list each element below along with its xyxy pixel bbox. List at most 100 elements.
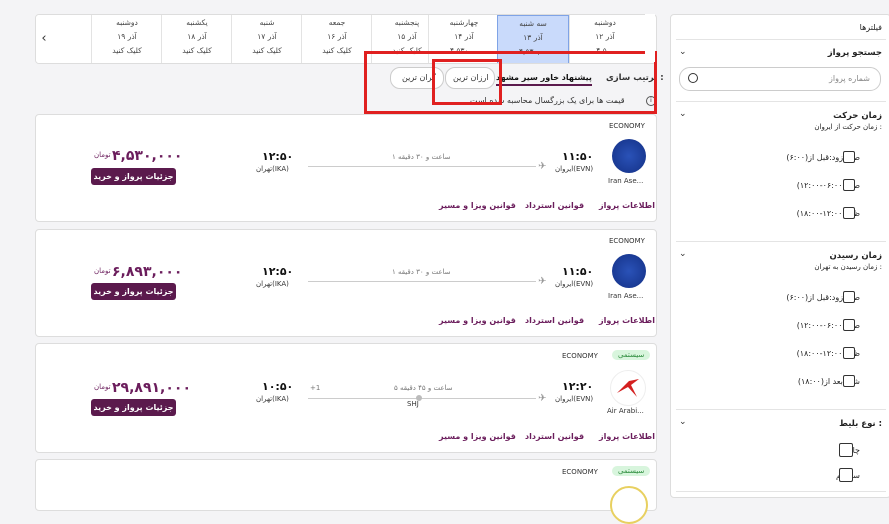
date-price: کلیک کنید	[252, 46, 282, 55]
date-cell[interactable]: جمعه ۱۶ آذر کلیک کنید	[301, 15, 372, 63]
date-cell[interactable]: شنبه ۱۷ آذر کلیک کنید	[231, 15, 302, 63]
plane-icon: ✈	[538, 393, 547, 404]
date-day: چهارشنبه	[449, 18, 479, 27]
departure-checkbox[interactable]	[843, 151, 855, 163]
route-line	[308, 398, 536, 399]
date-date: ۱۷ آذر	[257, 32, 277, 41]
buy-button[interactable]: جزئیات پرواز و خرید	[91, 168, 176, 185]
buy-button[interactable]: جزئیات پرواز و خرید	[91, 283, 176, 300]
flight-card: ECONOMY Iran Ase... ۱۱:۵۰ ایروان(EVN) ۱ …	[35, 114, 657, 222]
date-date: ۱۴ آذر	[454, 32, 474, 41]
airline-name: Air Arabi...	[607, 407, 644, 415]
arrival-checkbox[interactable]	[843, 319, 855, 331]
airline-logo	[612, 254, 646, 288]
flight-price: ۶,۸۹۳,۰۰۰	[112, 264, 183, 280]
buy-button[interactable]: جزئیات پرواز و خرید	[91, 399, 176, 416]
date-day: یکشنبه	[186, 18, 208, 27]
departure-title: زمان حرکت	[833, 111, 882, 121]
filters-title: فیلترها	[859, 23, 882, 32]
flight-price: ۴,۵۳۰,۰۰۰	[112, 148, 183, 164]
chevron-down-icon[interactable]: ⌄	[679, 109, 687, 119]
arrival-city: تهران(IKA)	[256, 395, 289, 403]
airline-logo	[612, 139, 646, 173]
departure-time: ۱۱:۵۰	[562, 150, 594, 163]
airline-name: Iran Ase...	[608, 177, 644, 185]
currency: تومان	[94, 151, 111, 159]
date-day: دوشنبه	[116, 18, 138, 27]
chevron-down-icon[interactable]: ⌄	[679, 47, 687, 57]
departure-city: ایروان(EVN)	[555, 395, 594, 403]
date-cell[interactable]: دوشنبه ۱۹ آذر کلیک کنید	[91, 15, 162, 63]
currency: تومان	[94, 383, 111, 391]
airline-logo	[610, 486, 648, 524]
date-price: کلیک کنید	[182, 46, 212, 55]
date-price: کلیک کنید	[112, 46, 142, 55]
cabin-class: ECONOMY	[609, 237, 645, 245]
refund-rules-link[interactable]: قوانین استرداد	[525, 316, 584, 325]
date-date: ۱۶ آذر	[327, 32, 347, 41]
arrival-title: زمان رسیدن	[829, 251, 882, 261]
flight-duration: ۱ ساعت و ۳۰ دقیقه	[392, 268, 451, 276]
arrival-time: ۱۰:۵۰	[262, 380, 294, 393]
date-day: جمعه	[328, 18, 346, 27]
arrival-checkbox[interactable]	[843, 291, 855, 303]
system-badge: سیستمی	[612, 466, 651, 476]
date-price: کلیک کنید	[322, 46, 352, 55]
departure-city: ایروان(EVN)	[555, 280, 594, 288]
chevron-down-icon[interactable]: ⌄	[679, 417, 687, 427]
flight-duration: ۵ ساعت و ۴۵ دقیقه	[394, 384, 453, 392]
search-placeholder: شماره پرواز	[829, 74, 870, 83]
stop-airport: SHJ	[407, 400, 419, 408]
flight-card: سیستمی ECONOMY	[35, 459, 657, 524]
flight-card: ECONOMY Iran Ase... ۱۱:۵۰ ایروان(EVN) ۱ …	[35, 229, 657, 337]
flight-card: سیستمی ECONOMY Air Arabi... ۱۲:۲۰ ایروان…	[35, 343, 657, 453]
highlight-box	[364, 51, 657, 114]
cabin-class: ECONOMY	[609, 122, 645, 130]
filters-panel: فیلترها جستجو پرواز ⌄ شماره پرواز زمان ح…	[670, 14, 889, 498]
arrival-time: ۱۲:۵۰	[262, 150, 294, 163]
ticket-type-title: نوع بلیط :	[839, 419, 882, 429]
arrival-city: تهران(IKA)	[256, 280, 289, 288]
chevron-left-icon[interactable]: ‹	[36, 15, 52, 63]
search-icon	[688, 73, 698, 83]
arrival-subtitle: زمان رسیدن به تهران :	[814, 263, 882, 271]
departure-time: ۱۱:۵۰	[562, 265, 594, 278]
date-date: ۱۳ آذر	[523, 33, 543, 42]
date-date: ۱۲ آذر	[595, 32, 615, 41]
date-day: سه شنبه	[519, 19, 547, 28]
visa-rules-link[interactable]: قوانین ویزا و مسیر	[439, 432, 516, 441]
visa-rules-link[interactable]: قوانین ویزا و مسیر	[439, 316, 516, 325]
date-day: دوشنبه	[594, 18, 616, 27]
next-day-indicator: +1	[310, 384, 321, 392]
departure-checkbox[interactable]	[843, 179, 855, 191]
flight-search-input[interactable]: شماره پرواز	[679, 67, 881, 91]
flight-price: ۲۹,۸۹۱,۰۰۰	[112, 380, 191, 396]
plane-icon: ✈	[538, 161, 547, 172]
route-line	[308, 281, 536, 282]
highlight-box	[432, 59, 502, 105]
plane-icon: ✈	[538, 276, 547, 287]
departure-time: ۱۲:۲۰	[562, 380, 594, 393]
currency: تومان	[94, 267, 111, 275]
date-date: ۱۹ آذر	[117, 32, 137, 41]
flight-info-link[interactable]: اطلاعات پرواز	[599, 432, 655, 441]
flight-info-link[interactable]: اطلاعات پرواز	[599, 316, 655, 325]
airline-name: Iran Ase...	[608, 292, 644, 300]
arrival-time: ۱۲:۵۰	[262, 265, 294, 278]
departure-checkbox[interactable]	[843, 207, 855, 219]
cabin-class: ECONOMY	[562, 468, 598, 476]
flight-info-link[interactable]: اطلاعات پرواز	[599, 201, 655, 210]
system-badge: سیستمی	[612, 350, 651, 360]
refund-rules-link[interactable]: قوانین استرداد	[525, 201, 584, 210]
arrival-checkbox[interactable]	[843, 375, 855, 387]
date-cell[interactable]: یکشنبه ۱۸ آذر کلیک کنید	[161, 15, 232, 63]
arrival-checkbox[interactable]	[843, 347, 855, 359]
departure-city: ایروان(EVN)	[555, 165, 594, 173]
refund-rules-link[interactable]: قوانین استرداد	[525, 432, 584, 441]
chevron-down-icon[interactable]: ⌄	[679, 249, 687, 259]
flight-duration: ۱ ساعت و ۳۰ دقیقه	[392, 153, 451, 161]
visa-rules-link[interactable]: قوانین ویزا و مسیر	[439, 201, 516, 210]
ticket-checkbox[interactable]	[839, 468, 853, 482]
search-flight-title: جستجو پرواز	[827, 48, 882, 58]
ticket-checkbox[interactable]	[839, 443, 853, 457]
